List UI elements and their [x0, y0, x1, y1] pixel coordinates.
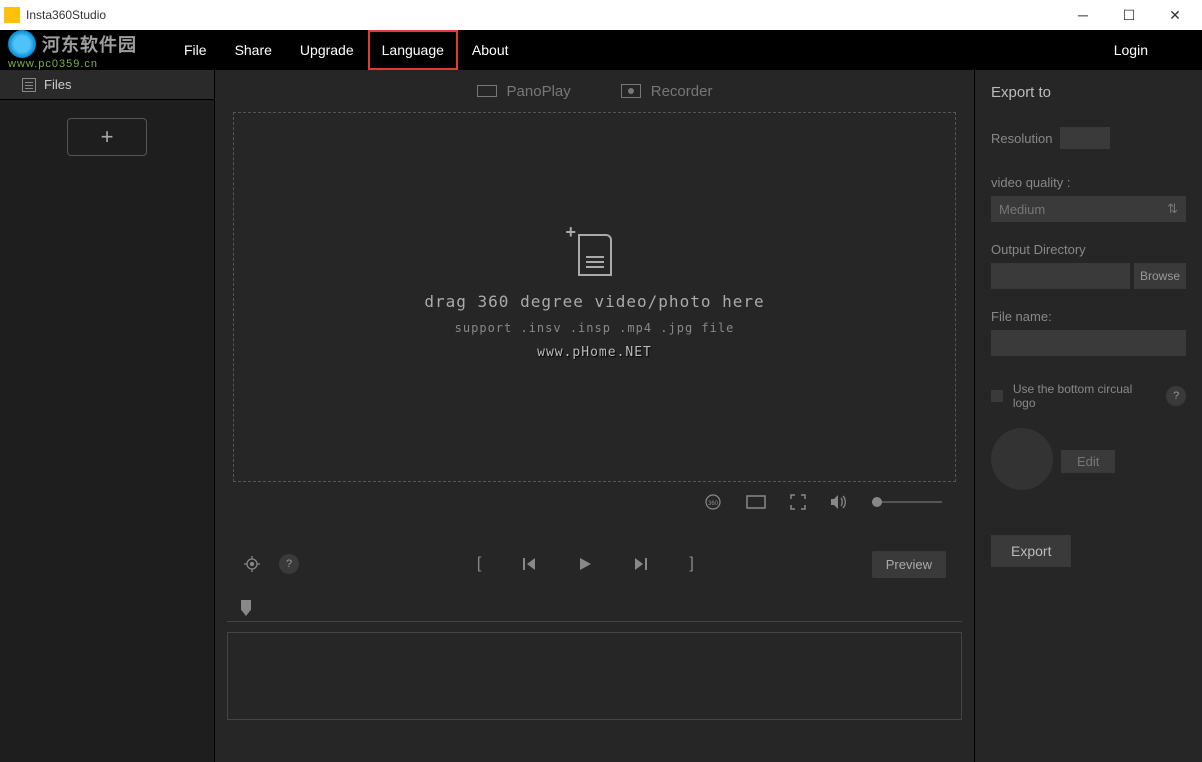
menu-about[interactable]: About — [458, 30, 523, 70]
filename-input[interactable] — [991, 330, 1186, 356]
browse-button[interactable]: Browse — [1134, 263, 1186, 289]
window-title: Insta360Studio — [26, 8, 1060, 22]
tab-recorder[interactable]: Recorder — [621, 83, 713, 100]
quality-label: video quality : — [991, 175, 1186, 190]
outdir-label: Output Directory — [991, 242, 1186, 257]
watermark-text: www.pHome.NET — [537, 345, 652, 360]
logo-brand-text: 河东软件园 — [42, 31, 137, 57]
maximize-button[interactable]: ☐ — [1106, 0, 1152, 30]
menu-bar: 河东软件园 www.pc0359.cn File Share Upgrade L… — [0, 30, 1202, 70]
main-area: PanoPlay Recorder drag 360 degree video/… — [215, 70, 974, 762]
preview-button[interactable]: Preview — [872, 551, 946, 578]
list-icon — [22, 78, 36, 92]
drop-main-text: drag 360 degree video/photo here — [424, 292, 764, 311]
player-controls: 360 — [215, 482, 974, 522]
export-button[interactable]: Export — [991, 535, 1071, 567]
transport-bar: ? [ ] Preview — [215, 536, 974, 592]
circual-logo-label: Use the bottom circual logo — [1013, 382, 1156, 410]
menu-language[interactable]: Language — [368, 30, 458, 70]
fullscreen-button[interactable] — [790, 494, 806, 510]
window-titlebar: Insta360Studio ─ ☐ ✕ — [0, 0, 1202, 30]
file-icon — [578, 234, 612, 276]
aspect-button[interactable] — [746, 495, 766, 509]
add-file-button[interactable]: + — [67, 118, 147, 156]
logo-preview — [991, 428, 1053, 490]
minimize-button[interactable]: ─ — [1060, 0, 1106, 30]
chevron-updown-icon: ⇅ — [1167, 201, 1178, 217]
tab-panoplay-label: PanoPlay — [507, 83, 571, 100]
sidebar-files-label: Files — [44, 77, 71, 92]
close-button[interactable]: ✕ — [1152, 0, 1198, 30]
outdir-input[interactable] — [991, 263, 1130, 289]
playhead[interactable] — [241, 600, 251, 616]
panoplay-icon — [477, 85, 497, 97]
menu-share[interactable]: Share — [221, 30, 286, 70]
timeline-ruler[interactable] — [227, 600, 962, 622]
resolution-input[interactable] — [1060, 127, 1110, 149]
timeline[interactable] — [215, 600, 974, 730]
svg-text:360: 360 — [708, 501, 719, 507]
play-button[interactable] — [577, 555, 593, 573]
next-frame-button[interactable] — [633, 555, 649, 573]
vr-mode-button[interactable]: 360 — [704, 493, 722, 511]
tab-panoplay[interactable]: PanoPlay — [477, 83, 571, 100]
drop-sub-text: support .insv .insp .mp4 .jpg file — [455, 321, 735, 335]
filename-label: File name: — [991, 309, 1186, 324]
quality-select[interactable]: Medium ⇅ — [991, 196, 1186, 222]
circual-help-button[interactable]: ? — [1166, 386, 1186, 406]
quality-value: Medium — [999, 202, 1045, 217]
mark-out-button[interactable]: ] — [689, 555, 693, 573]
menu-file[interactable]: File — [180, 30, 221, 70]
edit-logo-button[interactable]: Edit — [1061, 450, 1115, 473]
export-panel: Export to Resolution video quality : Med… — [974, 70, 1202, 762]
sidebar-files-header[interactable]: Files — [0, 70, 214, 100]
sidebar: Files + — [0, 70, 215, 762]
recorder-icon — [621, 84, 641, 98]
logo-icon — [8, 30, 36, 58]
mark-in-button[interactable]: [ — [477, 555, 481, 573]
logo-url: www.pc0359.cn — [8, 58, 180, 70]
menu-login[interactable]: Login — [1100, 30, 1162, 70]
timeline-track[interactable] — [227, 632, 962, 720]
app-icon — [4, 7, 20, 23]
resolution-label: Resolution — [991, 131, 1052, 146]
volume-button[interactable] — [830, 494, 848, 510]
locate-button[interactable] — [243, 555, 261, 573]
export-title: Export to — [991, 84, 1186, 101]
prev-frame-button[interactable] — [521, 555, 537, 573]
volume-slider[interactable] — [872, 501, 942, 503]
transport-help-button[interactable]: ? — [279, 554, 299, 574]
tab-recorder-label: Recorder — [651, 83, 713, 100]
drop-zone[interactable]: drag 360 degree video/photo here support… — [233, 112, 956, 482]
menu-upgrade[interactable]: Upgrade — [286, 30, 368, 70]
circual-logo-checkbox[interactable] — [991, 390, 1003, 402]
app-logo: 河东软件园 www.pc0359.cn — [0, 30, 180, 70]
